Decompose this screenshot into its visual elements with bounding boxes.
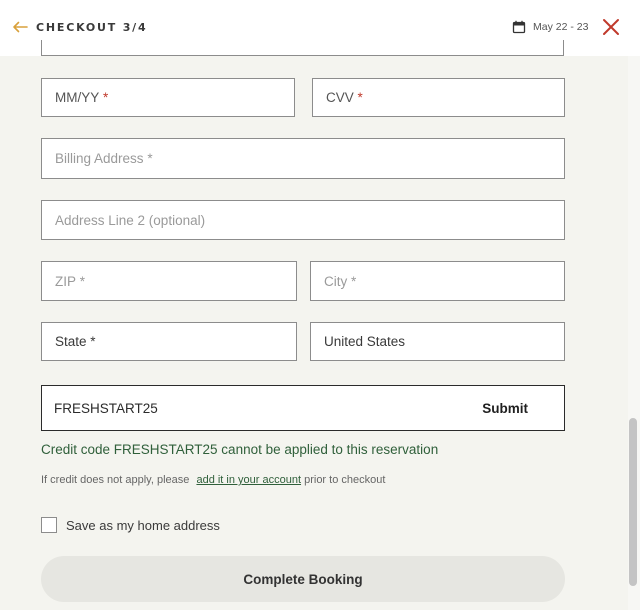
date-range-text: May 22 - 23 — [533, 21, 589, 33]
zip-placeholder: ZIP — [55, 273, 77, 289]
billing-address-placeholder: Billing Address — [55, 151, 144, 166]
required-marker: * — [357, 90, 363, 105]
city-placeholder: City — [324, 273, 348, 289]
arrow-left-icon — [13, 21, 28, 33]
required-marker: * — [90, 334, 96, 349]
city-field[interactable]: City * — [310, 261, 565, 301]
required-marker: * — [351, 273, 357, 289]
save-home-address-option[interactable]: Save as my home address — [41, 516, 220, 534]
required-marker: * — [103, 90, 109, 105]
save-home-address-checkbox[interactable] — [41, 517, 57, 533]
save-home-address-label: Save as my home address — [66, 517, 220, 533]
credit-error-message: Credit code FRESHSTART25 cannot be appli… — [41, 442, 439, 457]
zip-field[interactable]: ZIP * — [41, 261, 297, 301]
address-line2-placeholder: Address Line 2 (optional) — [55, 212, 206, 228]
country-value: United States — [324, 334, 406, 349]
cvv-placeholder: CVV — [326, 90, 354, 105]
credit-submit-button[interactable]: Submit — [482, 401, 528, 416]
credit-note-suffix: prior to checkout — [304, 474, 386, 486]
close-button[interactable] — [600, 16, 622, 38]
checkout-step-label: CHECKOUT 3/4 — [36, 20, 148, 34]
required-marker: * — [147, 151, 153, 166]
card-number-field[interactable] — [41, 40, 564, 56]
scrollbar-thumb[interactable] — [629, 418, 637, 586]
cvv-field[interactable]: CVV * — [312, 78, 565, 117]
back-button[interactable]: CHECKOUT 3/4 — [12, 17, 147, 37]
credit-note: If credit does not apply, please add it … — [41, 474, 385, 486]
expiry-field[interactable]: MM/YY * — [41, 78, 295, 117]
credit-code-field[interactable]: FRESHSTART25 Submit — [41, 385, 565, 431]
billing-address-field[interactable]: Billing Address * — [41, 138, 565, 179]
required-marker: * — [79, 273, 86, 289]
close-icon — [603, 19, 619, 35]
address-line2-field[interactable]: Address Line 2 (optional) — [41, 200, 565, 240]
credit-code-input[interactable]: FRESHSTART25 — [54, 401, 482, 416]
expiry-placeholder: MM/YY — [55, 90, 100, 105]
state-select[interactable]: State * — [41, 322, 297, 361]
country-select[interactable]: United States — [310, 322, 565, 361]
add-to-account-link[interactable]: add it in your account — [196, 474, 301, 486]
credit-note-prefix: If credit does not apply, please — [41, 474, 190, 486]
complete-booking-button[interactable]: Complete Booking — [41, 556, 565, 602]
date-range-selector[interactable]: May 22 - 23 — [512, 18, 588, 36]
state-placeholder: State — [55, 334, 87, 349]
calendar-icon — [512, 20, 526, 34]
